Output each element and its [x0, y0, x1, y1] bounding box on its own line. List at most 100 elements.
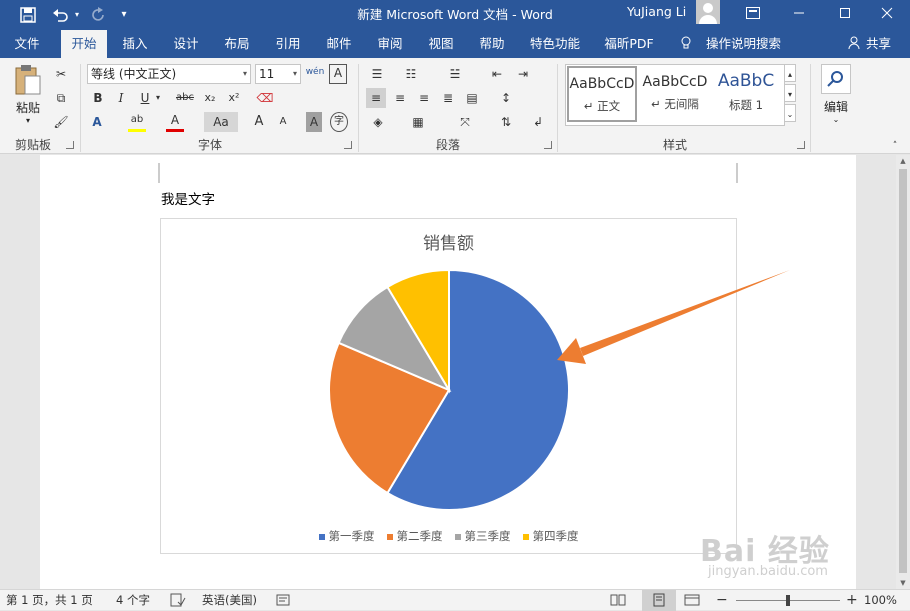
justify-icon[interactable]: ≣: [438, 88, 458, 108]
superscript-button[interactable]: x²: [224, 88, 244, 108]
style-normal[interactable]: AaBbCcD ↵ 正文: [567, 66, 637, 122]
print-layout-icon[interactable]: [642, 590, 676, 611]
borders-icon[interactable]: ▦: [406, 112, 430, 132]
char-border-button[interactable]: A: [329, 64, 347, 84]
font-size-select[interactable]: 11 ▾: [255, 64, 301, 84]
chinese-layout-icon[interactable]: ⤧: [452, 112, 478, 132]
tab-layout[interactable]: 布局: [214, 30, 260, 58]
distributed-icon[interactable]: ▤: [462, 88, 482, 108]
bold-button[interactable]: B: [90, 88, 106, 108]
undo-dropdown-icon[interactable]: ▾: [72, 0, 82, 30]
tab-help[interactable]: 帮助: [469, 30, 515, 58]
styles-more-icon[interactable]: ⌄: [784, 104, 796, 122]
user-name[interactable]: YuJiang Li: [627, 0, 686, 24]
decrease-indent-icon[interactable]: ⇤: [486, 64, 508, 84]
word-count[interactable]: 4 个字: [116, 590, 150, 611]
avatar[interactable]: [696, 0, 720, 24]
tab-view[interactable]: 视图: [418, 30, 464, 58]
font-name-select[interactable]: 等线 (中文正文) ▾: [87, 64, 251, 84]
format-painter-icon[interactable]: 🖌: [52, 112, 70, 132]
enclose-characters-button[interactable]: 字: [330, 112, 348, 132]
style-heading-1[interactable]: AaBbC 标题 1: [711, 66, 781, 122]
read-mode-icon[interactable]: [610, 590, 626, 611]
char-shading-button[interactable]: A: [306, 112, 322, 132]
collapse-ribbon-icon[interactable]: ˄: [888, 136, 902, 156]
line-spacing-icon[interactable]: ↕: [494, 88, 518, 108]
tab-home[interactable]: 开始: [61, 30, 107, 58]
copy-icon[interactable]: ⧉: [52, 88, 70, 108]
change-case-button[interactable]: Aa: [204, 112, 238, 132]
font-launcher-icon[interactable]: [344, 141, 352, 149]
strikethrough-button[interactable]: abc: [174, 88, 196, 108]
legend-item[interactable]: 第二季度: [386, 528, 443, 544]
scroll-up-icon[interactable]: ▲: [896, 155, 910, 167]
undo-icon[interactable]: [48, 0, 72, 30]
bullets-icon[interactable]: ☰: [366, 64, 388, 84]
zoom-in-button[interactable]: +: [846, 590, 858, 611]
style-no-spacing[interactable]: AaBbCcD ↵ 无间隔: [640, 66, 710, 122]
page-count[interactable]: 第 1 页，共 1 页: [6, 590, 93, 611]
scroll-thumb[interactable]: [899, 169, 907, 573]
legend-item[interactable]: 第一季度: [318, 528, 375, 544]
styles-scroll-down-icon[interactable]: ▾: [784, 84, 796, 102]
editing-button[interactable]: 编辑 ⌄: [818, 64, 854, 128]
phonetic-guide-button[interactable]: wén: [305, 62, 325, 82]
shading-icon[interactable]: ◈: [366, 112, 390, 132]
clipboard-launcher-icon[interactable]: [66, 141, 74, 149]
legend-item[interactable]: 第四季度: [522, 528, 579, 544]
tab-references[interactable]: 引用: [265, 30, 311, 58]
language[interactable]: 英语(美国): [202, 590, 257, 611]
save-icon[interactable]: [16, 0, 40, 30]
scroll-down-icon[interactable]: ▼: [896, 577, 910, 589]
vertical-scrollbar[interactable]: ▲ ▼: [896, 155, 910, 589]
grow-font-button[interactable]: A: [252, 112, 266, 132]
tab-insert[interactable]: 插入: [112, 30, 158, 58]
zoom-slider-thumb[interactable]: [786, 595, 790, 606]
styles-launcher-icon[interactable]: [797, 141, 805, 149]
tab-design[interactable]: 设计: [163, 30, 209, 58]
subscript-button[interactable]: x₂: [200, 88, 220, 108]
paragraph-group-label: 段落: [435, 138, 460, 152]
show-marks-icon[interactable]: ↲: [528, 112, 548, 132]
sort-icon[interactable]: ⇅: [496, 112, 516, 132]
clear-formatting-icon[interactable]: ⌫: [256, 88, 274, 108]
increase-indent-icon[interactable]: ⇥: [512, 64, 534, 84]
multilevel-list-icon[interactable]: ☱: [444, 64, 466, 84]
styles-scroll-up-icon[interactable]: ▴: [784, 64, 796, 82]
macro-record-icon[interactable]: [276, 590, 290, 611]
zoom-out-button[interactable]: −: [716, 590, 728, 611]
close-icon[interactable]: [864, 0, 910, 26]
pie-chart[interactable]: 销售额 第一季度 第二季度 第三季度 第四季度: [160, 218, 737, 554]
tab-special-features[interactable]: 特色功能: [524, 30, 586, 58]
tab-mailings[interactable]: 邮件: [316, 30, 362, 58]
align-center-icon[interactable]: ≡: [390, 88, 410, 108]
italic-button[interactable]: I: [114, 88, 128, 108]
align-right-icon[interactable]: ≡: [414, 88, 434, 108]
legend-item[interactable]: 第三季度: [454, 528, 511, 544]
cut-icon[interactable]: ✂: [52, 64, 70, 84]
shrink-font-button[interactable]: A: [276, 112, 290, 132]
proofing-icon[interactable]: [170, 590, 186, 611]
customize-qat-icon[interactable]: ▾: [116, 0, 132, 30]
paste-button[interactable]: 粘贴 ▾: [10, 64, 46, 126]
minimize-icon[interactable]: [776, 0, 822, 26]
font-color-icon[interactable]: A: [166, 112, 184, 132]
highlight-color-icon[interactable]: ab: [128, 112, 146, 132]
maximize-icon[interactable]: [822, 0, 868, 26]
tab-file[interactable]: 文件: [4, 30, 50, 58]
body-text[interactable]: 我是文字: [161, 188, 215, 208]
align-left-icon[interactable]: ≡: [366, 88, 386, 108]
text-effects-icon[interactable]: A: [88, 112, 106, 132]
zoom-level[interactable]: 100%: [864, 590, 897, 611]
ribbon-display-options-icon[interactable]: [730, 0, 776, 26]
numbering-icon[interactable]: ☷: [400, 64, 422, 84]
underline-button[interactable]: U: [137, 88, 153, 108]
redo-icon[interactable]: [86, 0, 110, 30]
web-layout-icon[interactable]: [684, 590, 700, 611]
paragraph-launcher-icon[interactable]: [544, 141, 552, 149]
share-button[interactable]: 共享: [848, 30, 891, 58]
tell-me-search[interactable]: 操作说明搜索: [680, 30, 781, 58]
underline-dropdown-icon[interactable]: ▾: [153, 88, 163, 108]
tab-review[interactable]: 审阅: [367, 30, 413, 58]
tab-foxit-pdf[interactable]: 福昕PDF: [598, 30, 660, 58]
